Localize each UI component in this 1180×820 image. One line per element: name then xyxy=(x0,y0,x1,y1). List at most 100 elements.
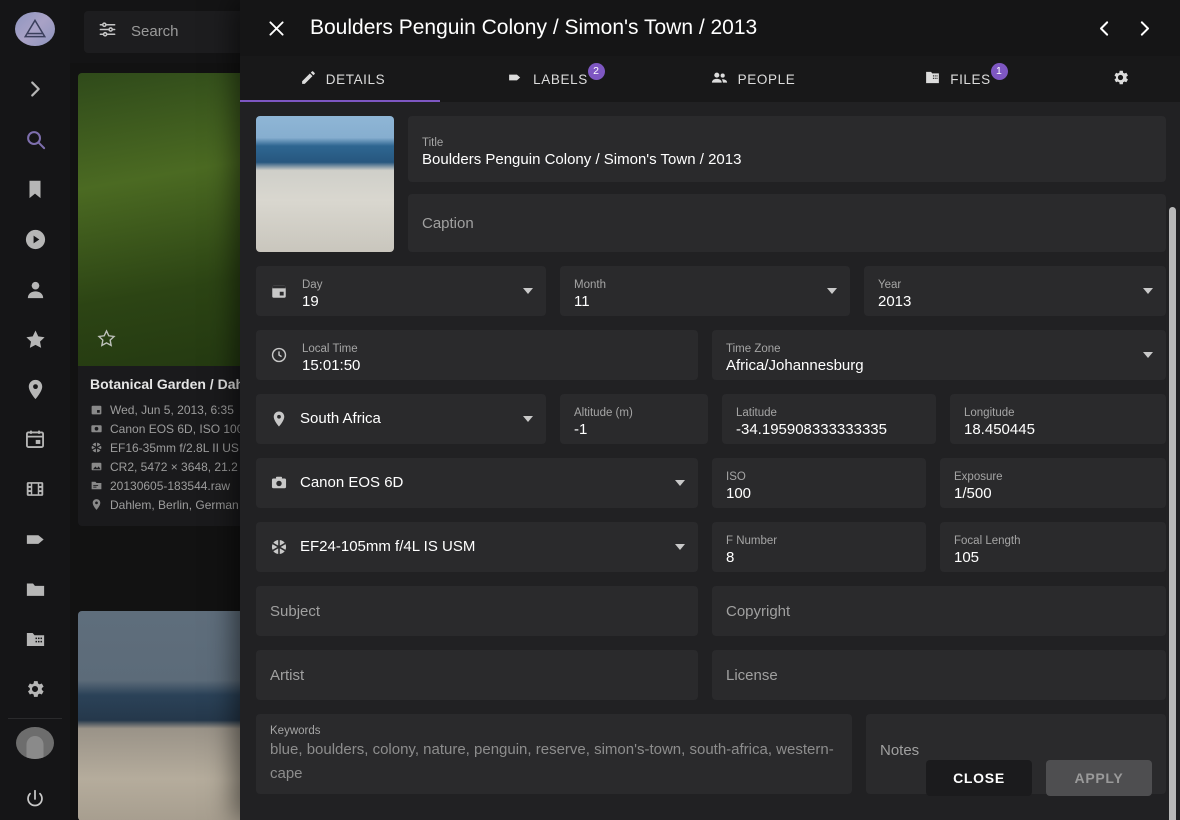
altitude-field[interactable]: Altitude (m) -1 xyxy=(560,394,708,444)
meta-text: EF16-35mm f/2.8L II US xyxy=(110,441,239,455)
meta-text: 20130605-183544.raw xyxy=(110,479,230,493)
f-number-field[interactable]: F Number 8 xyxy=(712,522,926,572)
scrollbar-thumb[interactable] xyxy=(1169,207,1176,820)
month-label: Month xyxy=(574,278,836,292)
star-icon[interactable] xyxy=(0,314,70,364)
month-value: 11 xyxy=(574,292,836,312)
subject-field[interactable]: Subject xyxy=(256,586,698,636)
folder-icon[interactable] xyxy=(0,564,70,614)
play-circle-icon[interactable] xyxy=(0,214,70,264)
photo-edit-dialog: Boulders Penguin Colony / Simon's Town /… xyxy=(240,0,1180,820)
chevron-left-icon[interactable] xyxy=(1084,8,1124,48)
tag-icon xyxy=(507,69,524,89)
apply-button[interactable]: APPLY xyxy=(1046,760,1152,796)
title-caption-col: Title Boulders Penguin Colony / Simon's … xyxy=(408,116,1166,252)
folder-media-icon[interactable] xyxy=(0,614,70,664)
tab-labels-label: LABELS 2 xyxy=(533,72,588,87)
tab-files[interactable]: FILES 1 xyxy=(855,56,1060,102)
altitude-label: Altitude (m) xyxy=(574,406,694,420)
tab-details[interactable]: DETAILS xyxy=(240,56,445,102)
row-subject: Subject Copyright xyxy=(256,586,1166,636)
chevron-down-icon[interactable] xyxy=(1143,288,1153,294)
dialog-actions: CLOSE APPLY xyxy=(926,760,1152,796)
row-time: Local Time 15:01:50 Time Zone Africa/Joh… xyxy=(256,330,1166,380)
lens-field[interactable]: EF24-105mm f/4L IS USM xyxy=(256,522,698,572)
camera-icon xyxy=(270,474,288,492)
calendar-icon[interactable] xyxy=(0,414,70,464)
chevron-down-icon[interactable] xyxy=(1143,352,1153,358)
day-label: Day xyxy=(302,278,532,292)
avatar[interactable] xyxy=(16,727,54,759)
year-label: Year xyxy=(878,278,1152,292)
caption-field[interactable]: Caption xyxy=(408,194,1166,252)
exposure-field[interactable]: Exposure 1/500 xyxy=(940,458,1166,508)
close-button[interactable]: CLOSE xyxy=(926,760,1032,796)
tab-people[interactable]: PEOPLE xyxy=(650,56,855,102)
film-strip-icon[interactable] xyxy=(0,464,70,514)
tab-details-label: DETAILS xyxy=(326,72,385,87)
meta-text: Wed, Jun 5, 2013, 6:35 xyxy=(110,403,234,417)
dialog-tabs: DETAILS LABELS 2 PEOPLE xyxy=(240,56,1180,102)
rail-items xyxy=(0,64,70,714)
tab-labels[interactable]: LABELS 2 xyxy=(445,56,650,102)
artist-field[interactable]: Artist xyxy=(256,650,698,700)
focal-length-label: Focal Length xyxy=(954,534,1152,548)
chevron-right-icon[interactable] xyxy=(0,64,70,114)
focal-length-field[interactable]: Focal Length 105 xyxy=(940,522,1166,572)
day-field[interactable]: Day 19 xyxy=(256,266,546,316)
search-icon[interactable] xyxy=(0,114,70,164)
chevron-down-icon[interactable] xyxy=(523,288,533,294)
month-field[interactable]: Month 11 xyxy=(560,266,850,316)
f-number-label: F Number xyxy=(726,534,912,548)
clock-icon xyxy=(270,346,288,364)
copyright-field[interactable]: Copyright xyxy=(712,586,1166,636)
photo-thumbnail[interactable] xyxy=(256,116,394,252)
dialog-header: Boulders Penguin Colony / Simon's Town /… xyxy=(240,0,1180,56)
camera-field[interactable]: Canon EOS 6D xyxy=(256,458,698,508)
close-icon[interactable] xyxy=(256,8,296,48)
title-field[interactable]: Title Boulders Penguin Colony / Simon's … xyxy=(408,116,1166,182)
altitude-value: -1 xyxy=(574,420,694,440)
location-pin-icon[interactable] xyxy=(0,364,70,414)
tab-settings[interactable] xyxy=(1060,56,1180,102)
filter-sliders-icon xyxy=(98,20,117,44)
chevron-right-icon[interactable] xyxy=(1124,8,1164,48)
tag-icon[interactable] xyxy=(0,514,70,564)
search-placeholder: Search xyxy=(131,23,179,40)
power-icon[interactable] xyxy=(0,777,70,820)
aperture-icon xyxy=(270,538,288,556)
time-zone-field[interactable]: Time Zone Africa/Johannesburg xyxy=(712,330,1166,380)
files-badge: 1 xyxy=(991,63,1008,80)
dialog-scrollbar[interactable] xyxy=(1169,207,1176,820)
location-pin-icon xyxy=(270,410,288,428)
exposure-label: Exposure xyxy=(954,470,1152,484)
row-camera: Canon EOS 6D ISO 100 Exposure 1/500 xyxy=(256,458,1166,508)
country-field[interactable]: South Africa xyxy=(256,394,546,444)
longitude-value: 18.450445 xyxy=(964,420,1152,440)
latitude-field[interactable]: Latitude -34.195908333333335 xyxy=(722,394,936,444)
iso-label: ISO xyxy=(726,470,912,484)
latitude-value: -34.195908333333335 xyxy=(736,420,922,440)
rail-divider xyxy=(8,718,62,719)
photoprism-logo-icon[interactable] xyxy=(15,12,55,46)
license-field[interactable]: License xyxy=(712,650,1166,700)
chevron-down-icon[interactable] xyxy=(827,288,837,294)
chevron-down-icon[interactable] xyxy=(675,480,685,486)
bookmark-icon[interactable] xyxy=(0,164,70,214)
license-placeholder: License xyxy=(726,667,778,684)
local-time-field[interactable]: Local Time 15:01:50 xyxy=(256,330,698,380)
iso-field[interactable]: ISO 100 xyxy=(712,458,926,508)
favorite-star-icon[interactable] xyxy=(96,328,117,354)
chevron-down-icon[interactable] xyxy=(523,416,533,422)
longitude-field[interactable]: Longitude 18.450445 xyxy=(950,394,1166,444)
title-value: Boulders Penguin Colony / Simon's Town /… xyxy=(422,150,1152,170)
time-zone-label: Time Zone xyxy=(726,342,1152,356)
gear-icon xyxy=(1111,68,1130,90)
chevron-down-icon[interactable] xyxy=(675,544,685,550)
person-icon[interactable] xyxy=(0,264,70,314)
pencil-icon xyxy=(300,69,317,89)
keywords-field[interactable]: Keywords blue, boulders, colony, nature,… xyxy=(256,714,852,794)
year-field[interactable]: Year 2013 xyxy=(864,266,1166,316)
gear-icon[interactable] xyxy=(0,664,70,714)
time-zone-value: Africa/Johannesburg xyxy=(726,356,1152,376)
